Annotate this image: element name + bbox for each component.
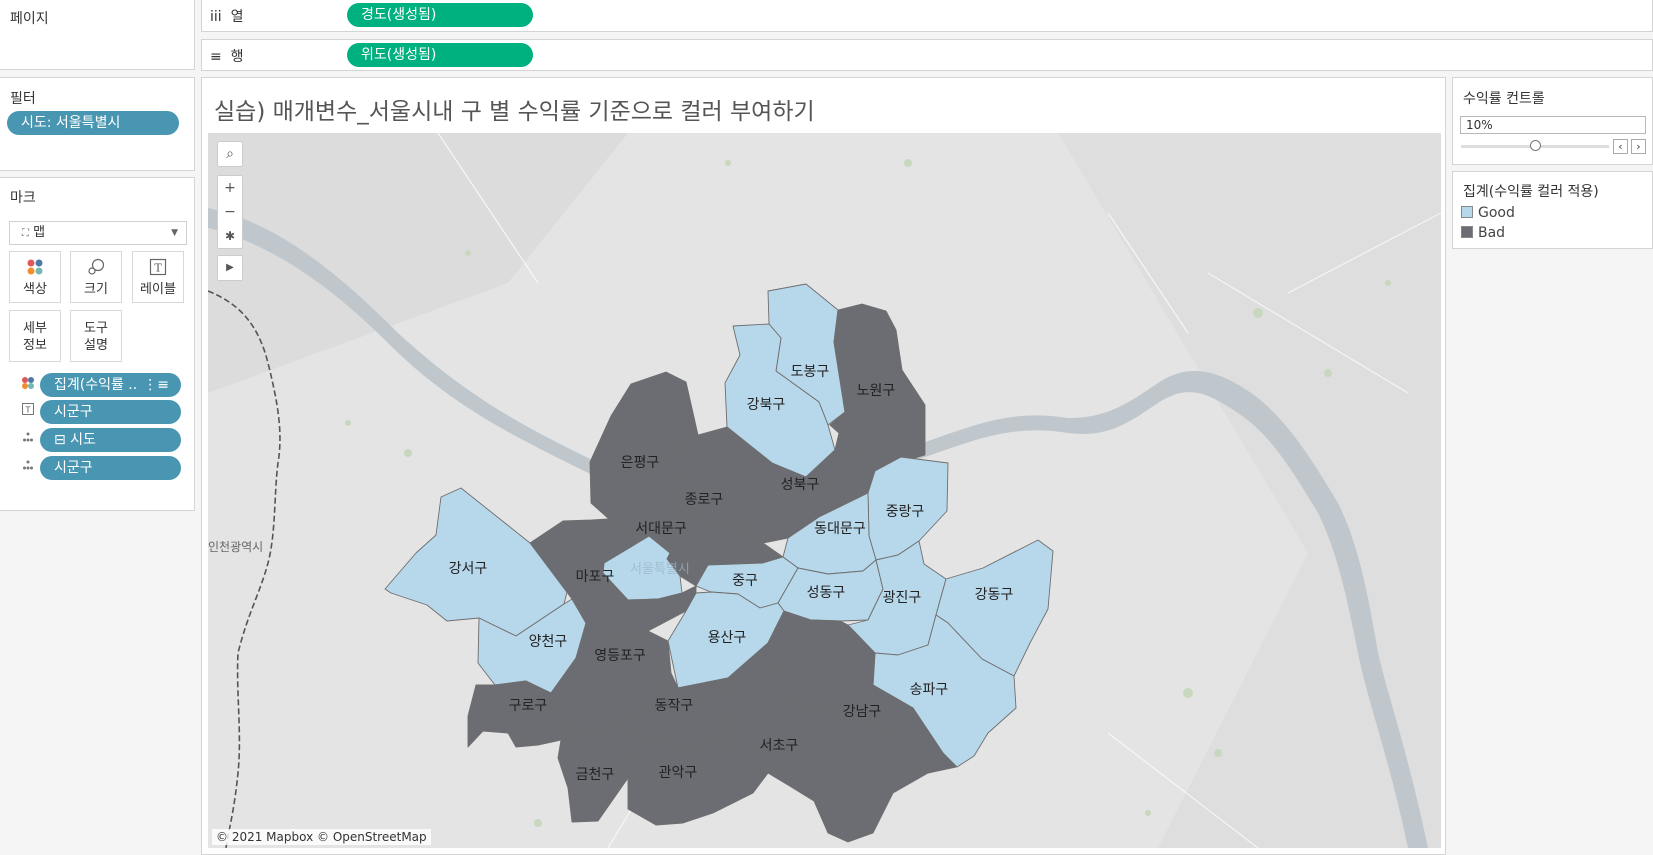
size-button-label: 크기: [84, 282, 108, 297]
legend-item-bad[interactable]: Bad: [1461, 225, 1505, 241]
district-label: 강남구: [843, 704, 882, 720]
district-label: 노원구: [857, 383, 896, 399]
pin-icon[interactable]: ✱: [218, 224, 242, 248]
rows-shelf-label: ≡ 행: [210, 46, 244, 66]
sheet-title: 실습) 매개변수_서울시내 구 별 수익률 기준으로 컬러 부여하기: [214, 99, 815, 125]
map-view[interactable]: 인천광역시 서울특별시 도봉구 노원구 강북구 은평구 성북구 종로구 중랑구 …: [208, 133, 1441, 848]
chevron-down-icon: ▼: [171, 228, 178, 238]
filters-panel: 필터 시도: 서울특별시: [0, 77, 195, 171]
mark-type-label: 맵: [33, 225, 46, 240]
district-label: 동작구: [655, 698, 694, 714]
legend-label-good: Good: [1478, 205, 1515, 221]
legend-swatch-bad: [1461, 226, 1473, 238]
district-label: 광진구: [883, 590, 922, 606]
pages-title: 페이지: [10, 11, 49, 27]
district-label: 송파구: [910, 682, 949, 698]
chevron-right-icon[interactable]: ›: [1631, 139, 1646, 154]
text-label-icon: T: [19, 403, 37, 421]
district-label: 강동구: [975, 587, 1014, 603]
map-label-seoul: 서울특별시: [630, 562, 690, 577]
district-label: 서초구: [760, 738, 799, 754]
size-button[interactable]: 크기: [70, 251, 122, 303]
map-search-tool[interactable]: ⌕: [217, 141, 243, 167]
field-pill-sido-detail[interactable]: ⊟ 시도: [40, 428, 181, 452]
legend-item-good[interactable]: Good: [1461, 205, 1515, 221]
color-button[interactable]: 색상: [9, 251, 61, 303]
label-button-label: 레이블: [140, 282, 176, 297]
chevron-left-icon[interactable]: ‹: [1613, 139, 1628, 154]
detail-dots-icon: [19, 431, 37, 449]
legend-label-bad: Bad: [1478, 225, 1506, 241]
district-label: 강북구: [747, 397, 786, 413]
rows-pill-latitude[interactable]: 위도(생성됨): [347, 43, 533, 67]
field-pill-agg-profit[interactable]: 집계(수익률 .. ⋮≡: [40, 373, 181, 397]
detail-dots-icon: [19, 459, 37, 477]
legend-swatch-good: [1461, 206, 1473, 218]
rows-shelf[interactable]: ≡ 행 위도(생성됨): [201, 39, 1653, 71]
district-label: 성동구: [807, 585, 846, 601]
district-label: 양천구: [529, 634, 568, 650]
district-label: 영등포구: [594, 648, 646, 664]
filters-title: 필터: [10, 91, 36, 107]
color-button-label: 색상: [23, 282, 47, 297]
district-label: 강서구: [449, 561, 488, 577]
columns-label-text: 열: [230, 9, 244, 25]
parameter-control-panel: 수익률 컨트롤 10% ‹ ›: [1452, 77, 1653, 165]
district-label: 종로구: [685, 492, 724, 508]
search-icon[interactable]: ⌕: [218, 142, 242, 166]
map-label-incheon: 인천광역시: [208, 539, 263, 554]
legend-title: 집계(수익률 컬러 적용): [1463, 184, 1599, 200]
district-label: 서대문구: [635, 521, 687, 537]
map-play-tool[interactable]: ▶: [217, 255, 243, 281]
parameter-value-input[interactable]: 10%: [1460, 116, 1646, 134]
district-label: 동대문구: [814, 521, 866, 537]
map-icon: ⛶: [22, 228, 29, 239]
pages-panel: 페이지: [0, 0, 195, 70]
district-label: 관악구: [659, 765, 698, 781]
field-pill-agg-profit-label: 집계(수익률 ..: [54, 377, 138, 393]
detail-button[interactable]: 세부 정보: [9, 310, 61, 362]
district-label: 중구: [732, 573, 758, 589]
field-pill-sigungu-detail[interactable]: 시군구: [40, 456, 181, 480]
field-suffix-icon: ⋮≡: [143, 377, 169, 393]
zoom-in-icon[interactable]: +: [218, 176, 242, 200]
district-label: 용산구: [708, 630, 747, 646]
label-button[interactable]: T 레이블: [132, 251, 184, 303]
filter-pill-sido[interactable]: 시도: 서울특별시: [7, 111, 179, 135]
map-zoom-tools: + − ✱: [217, 175, 243, 249]
rows-label-text: 행: [230, 49, 244, 65]
color-dots-icon: [10, 252, 60, 278]
field-pill-sigungu-label[interactable]: 시군구: [40, 400, 181, 424]
columns-icon: iii: [210, 9, 222, 25]
marks-title: 마크: [10, 190, 36, 206]
zoom-out-icon[interactable]: −: [218, 200, 242, 224]
district-label: 마포구: [576, 569, 615, 585]
district-label: 은평구: [621, 455, 660, 471]
parameter-slider-thumb[interactable]: [1530, 140, 1541, 151]
district-label: 중랑구: [886, 504, 925, 520]
color-dots-icon: [19, 376, 37, 394]
district-label: 금천구: [576, 767, 615, 783]
size-circles-icon: [71, 252, 121, 278]
tooltip-button-label: 도구 설명: [84, 321, 108, 353]
columns-shelf[interactable]: iii 열 경도(생성됨): [201, 0, 1653, 32]
mark-type-dropdown[interactable]: ⛶ 맵 ▼: [9, 221, 187, 245]
rows-icon: ≡: [210, 49, 222, 65]
play-icon[interactable]: ▶: [218, 256, 242, 280]
seoul-map: 인천광역시 서울특별시 도봉구 노원구 강북구 은평구 성북구 종로구 중랑구 …: [208, 133, 1441, 848]
district-label: 도봉구: [791, 364, 830, 380]
columns-shelf-label: iii 열: [210, 6, 243, 26]
color-legend-panel: 집계(수익률 컬러 적용) Good Bad: [1452, 171, 1653, 249]
district-label: 성북구: [781, 477, 820, 493]
map-attribution[interactable]: © 2021 Mapbox © OpenStreetMap: [212, 829, 431, 845]
detail-button-label: 세부 정보: [23, 321, 47, 353]
text-label-icon: T: [133, 252, 183, 278]
svg-text:T: T: [154, 262, 162, 275]
columns-pill-longitude[interactable]: 경도(생성됨): [347, 3, 533, 27]
parameter-title: 수익률 컨트롤: [1463, 91, 1545, 107]
district-label: 구로구: [509, 698, 548, 714]
tooltip-button[interactable]: 도구 설명: [70, 310, 122, 362]
svg-text:T: T: [25, 406, 31, 415]
